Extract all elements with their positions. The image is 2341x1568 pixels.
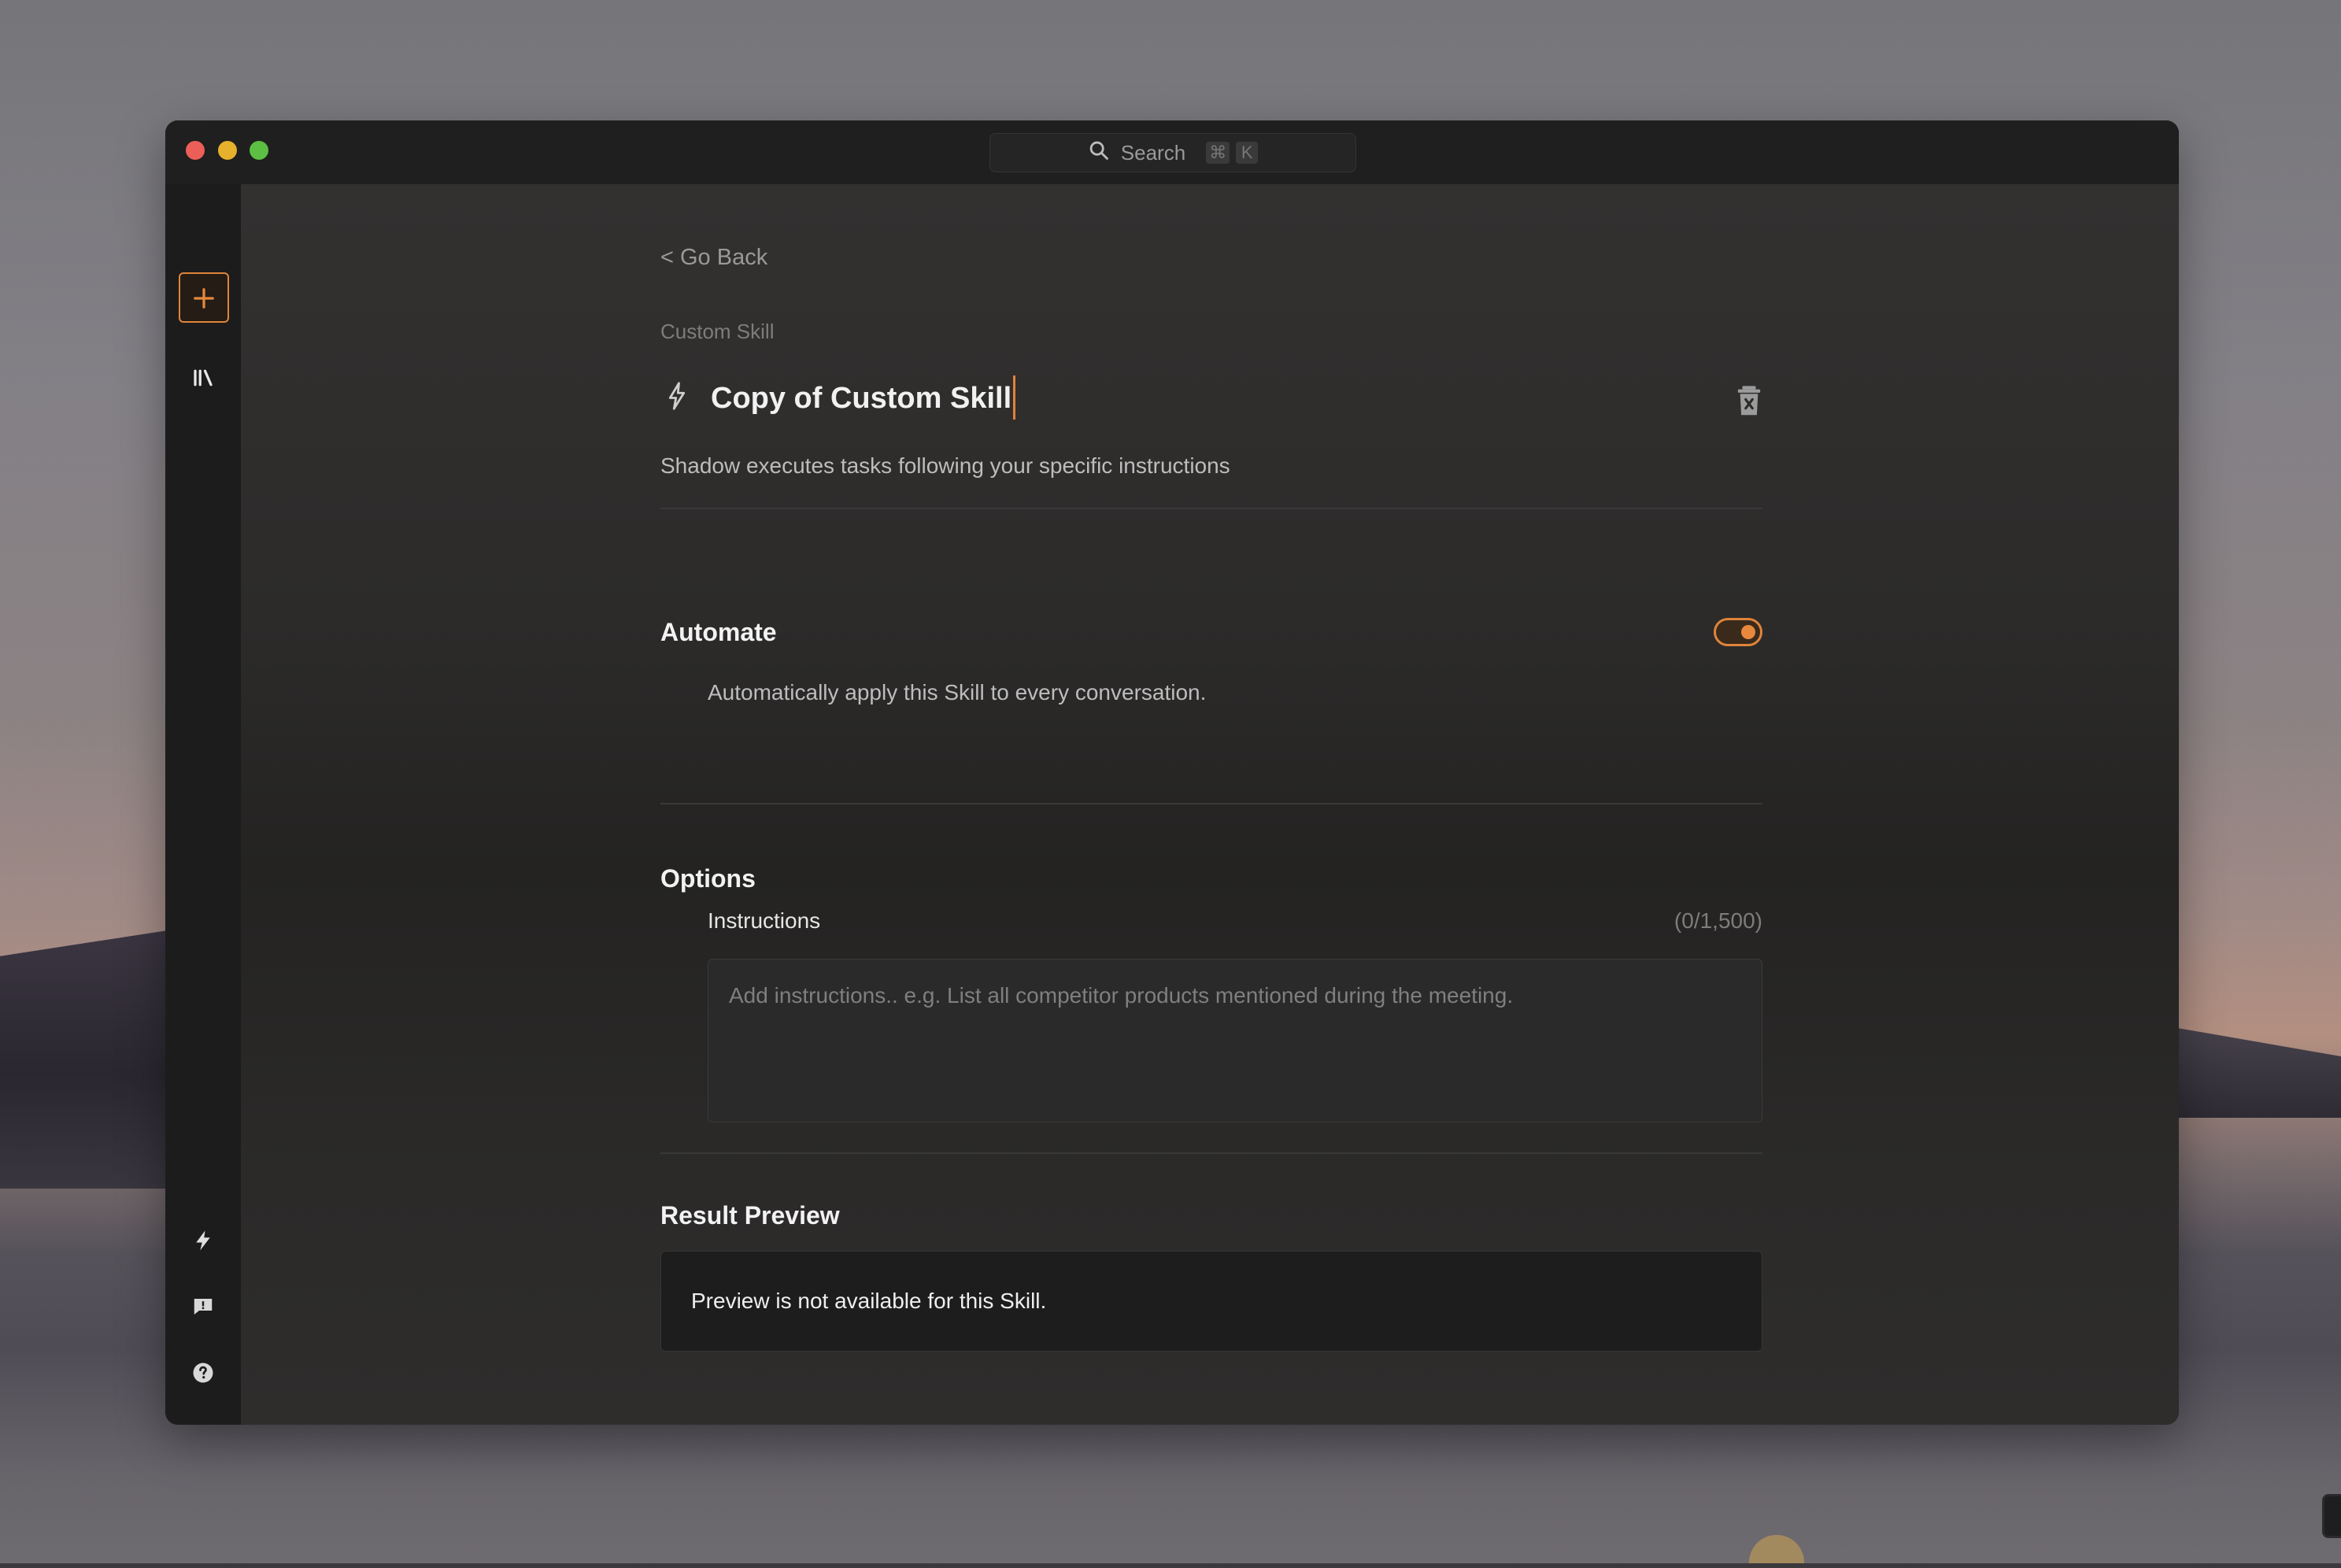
delete-skill-button[interactable] (1736, 385, 1762, 416)
zoom-window-button[interactable] (250, 141, 268, 160)
divider (660, 508, 1762, 509)
feedback-icon (191, 1295, 215, 1322)
bolt-outline-icon (665, 380, 689, 412)
instructions-label: Instructions (708, 908, 821, 933)
skill-title-text: Copy of Custom Skill (711, 382, 1012, 416)
result-preview-text: Preview is not available for this Skill. (691, 1289, 1047, 1313)
automate-description: Automatically apply this Skill to every … (708, 680, 1207, 704)
settings-button[interactable] (184, 1422, 222, 1425)
page-eyebrow: Custom Skill (660, 320, 775, 343)
search-label: Search (1120, 140, 1186, 165)
divider (660, 803, 1762, 804)
result-preview-heading: Result Preview (660, 1201, 840, 1230)
automate-toggle[interactable] (1714, 618, 1762, 646)
dock (0, 1563, 2341, 1568)
title-bar: Search ⌘ K (165, 120, 2179, 184)
app-window: Search ⌘ K < Go Back Custom Skill Copy o… (165, 120, 2179, 1425)
library-icon (191, 366, 215, 394)
plus-icon (192, 279, 216, 316)
options-heading: Options (660, 864, 756, 893)
skills-button[interactable] (184, 1223, 222, 1261)
search-icon (1088, 139, 1110, 167)
main-panel: < Go Back Custom Skill Copy of Custom Sk… (241, 184, 2179, 1425)
title-row: Copy of Custom Skill (660, 375, 1762, 424)
skill-title-input[interactable]: Copy of Custom Skill (711, 375, 1016, 420)
text-cursor (1013, 375, 1016, 420)
desktop-wallpaper-dune (2152, 1023, 2341, 1118)
result-preview-box: Preview is not available for this Skill. (660, 1251, 1762, 1352)
shortcut-key-command: ⌘ (1206, 142, 1230, 164)
skill-description: Shadow executes tasks following your spe… (660, 453, 1230, 478)
search-bar[interactable]: Search ⌘ K (989, 133, 1356, 172)
library-button[interactable] (184, 361, 222, 398)
trash-icon (1737, 386, 1761, 416)
help-icon (191, 1361, 215, 1389)
divider (660, 1152, 1762, 1154)
bolt-icon (191, 1229, 215, 1256)
shortcut-key-k: K (1236, 142, 1259, 164)
instructions-input[interactable] (708, 959, 1762, 1122)
toggle-knob (1741, 625, 1755, 639)
minimize-window-button[interactable] (218, 141, 237, 160)
help-button[interactable] (184, 1355, 222, 1393)
desktop-widget[interactable] (2322, 1494, 2341, 1538)
new-item-button[interactable] (179, 272, 229, 323)
sidebar (165, 184, 241, 1425)
feedback-button[interactable] (184, 1289, 222, 1327)
instructions-char-count: (0/1,500) (1673, 908, 1762, 933)
close-window-button[interactable] (186, 141, 205, 160)
go-back-link[interactable]: < Go Back (660, 245, 767, 271)
search-shortcut: ⌘ K (1206, 142, 1259, 164)
automate-heading: Automate (660, 618, 777, 646)
